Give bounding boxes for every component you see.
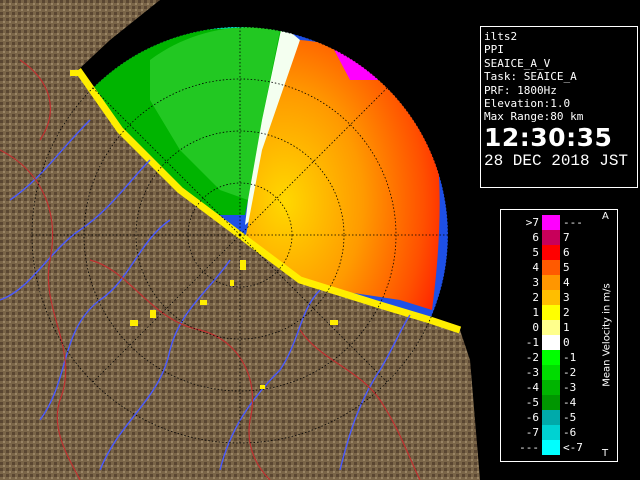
legend-lower-bound: --- <box>519 441 539 454</box>
legend-upper-bound: -4 <box>563 396 577 409</box>
legend-title: Mean Velocity in m/s <box>601 283 613 387</box>
legend-lower-bound: -4 <box>525 381 539 394</box>
prf-value: PRF: 1800Hz <box>484 83 557 97</box>
legend-color-swatch <box>542 365 560 380</box>
legend-lower-bound: 2 <box>532 291 539 304</box>
legend-upper-bound: 2 <box>563 306 570 319</box>
legend-bottom-mark: T <box>602 448 609 459</box>
legend-lower-bound: -3 <box>525 366 539 379</box>
legend-title-column: A Mean Velocity in m/s T <box>597 210 617 461</box>
scan-time: 12:30:35 <box>484 122 613 152</box>
legend-color-swatch <box>542 245 560 260</box>
legend-color-swatch <box>542 440 560 455</box>
legend-upper-bound: -5 <box>563 411 577 424</box>
velocity-legend: >7 --- 6 7 5 6 4 5 3 4 2 3 1 2 0 1 -1 0 -2 -1 -3 -2 -4 -3 -5 -4 -6… <box>500 209 618 462</box>
legend-lower-bound: 5 <box>532 246 539 259</box>
legend-lower-bound: 4 <box>532 261 539 274</box>
legend-lower-bound: -6 <box>525 411 539 424</box>
legend-upper-bound: <-7 <box>563 441 583 454</box>
legend-color-swatch <box>542 425 560 440</box>
legend-upper-bound: 0 <box>563 336 570 349</box>
legend-color-swatch <box>542 380 560 395</box>
legend-upper-bound: 7 <box>563 231 570 244</box>
legend-upper-bound: 5 <box>563 261 570 274</box>
legend-color-swatch <box>542 320 560 335</box>
legend-upper-bound: -3 <box>563 381 577 394</box>
legend-top-mark: A <box>602 211 609 222</box>
legend-upper-bound: -2 <box>563 366 577 379</box>
radar-name: ilts2 <box>484 30 518 43</box>
velocity-echo-cyan <box>395 55 425 85</box>
legend-upper-bound: 6 <box>563 246 570 259</box>
legend-lower-bound: >7 <box>525 216 539 229</box>
scan-info-panel: ilts2 PPI SEAICE_A_V Task: SEAICE_A PRF:… <box>480 26 638 188</box>
product-name: SEAICE_A_V <box>484 56 551 70</box>
legend-upper-bound: 1 <box>563 321 570 334</box>
legend-color-swatch <box>542 290 560 305</box>
legend-upper-bound: 3 <box>563 291 570 304</box>
legend-upper-bound: --- <box>563 216 583 229</box>
max-range-value: Max Range:80 km <box>484 110 584 124</box>
legend-lower-bound: -5 <box>525 396 539 409</box>
legend-upper-bound: -6 <box>563 426 577 439</box>
legend-lower-bound: -1 <box>525 336 539 349</box>
legend-color-swatch <box>542 275 560 290</box>
velocity-echo-cyan-top <box>165 27 282 30</box>
legend-color-swatch <box>542 335 560 350</box>
legend-lower-bound: 6 <box>532 231 539 244</box>
legend-upper-bound: 4 <box>563 276 570 289</box>
radar-display: ilts2 PPI SEAICE_A_V Task: SEAICE_A PRF:… <box>0 0 640 480</box>
scan-mode: PPI <box>484 43 504 57</box>
legend-lower-bound: 0 <box>532 321 539 334</box>
legend-lower-bound: 1 <box>532 306 539 319</box>
legend-color-swatch <box>542 350 560 365</box>
legend-lower-bound: 3 <box>532 276 539 289</box>
legend-color-swatch <box>542 395 560 410</box>
task-name: Task: SEAICE_A <box>484 70 577 84</box>
legend-lower-bound: -2 <box>525 351 539 364</box>
legend-lower-bound: -7 <box>525 426 539 439</box>
legend-color-swatch <box>542 215 560 230</box>
elevation-value: Elevation:1.0 <box>484 97 571 111</box>
legend-upper-bound: -1 <box>563 351 577 364</box>
scan-date: 28 DEC 2018 JST <box>484 151 629 170</box>
legend-color-swatch <box>542 305 560 320</box>
legend-color-swatch <box>542 260 560 275</box>
legend-color-swatch <box>542 410 560 425</box>
legend-color-swatch <box>542 230 560 245</box>
